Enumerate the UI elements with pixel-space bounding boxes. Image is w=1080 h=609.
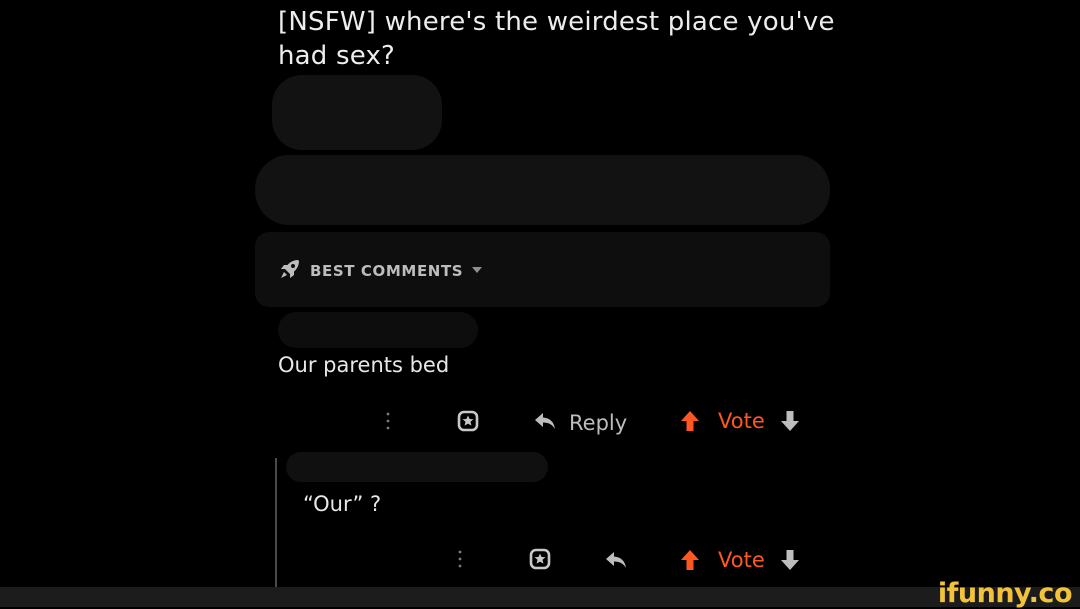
redacted-comment-author — [278, 312, 478, 348]
reply-comment-body: “Our” ? — [303, 492, 382, 516]
reply-more-options-button[interactable] — [456, 548, 464, 574]
reply-upvote-button[interactable] — [680, 549, 700, 575]
reply-downvote-button[interactable] — [780, 549, 800, 575]
award-icon — [527, 546, 553, 577]
reply-icon — [604, 549, 628, 576]
reply-button[interactable]: Reply — [533, 408, 627, 438]
upvote-button[interactable] — [680, 410, 700, 436]
reply-label: Reply — [569, 411, 628, 435]
ifunny-watermark: ifunny.co — [937, 578, 1073, 609]
arrow-down-icon — [780, 549, 800, 576]
redacted-author-block — [272, 75, 442, 150]
thread-line — [275, 458, 277, 588]
rocket-icon — [278, 257, 302, 286]
sort-selector[interactable]: BEST COMMENTS — [278, 258, 483, 284]
post-title: [NSFW] where's the weirdest place you've… — [278, 7, 835, 71]
more-options-button[interactable] — [384, 410, 392, 436]
award-icon — [455, 408, 481, 439]
more-vertical-icon — [456, 547, 464, 576]
reply-reply-button[interactable] — [604, 548, 628, 576]
arrow-up-icon — [680, 549, 700, 576]
vote-label: Vote — [718, 409, 765, 433]
footer-bar — [0, 587, 1080, 607]
chevron-down-icon — [471, 262, 483, 280]
arrow-down-icon — [780, 410, 800, 437]
redacted-post-body — [255, 155, 830, 225]
sort-label: BEST COMMENTS — [310, 262, 464, 280]
reply-award-button[interactable] — [527, 548, 553, 574]
downvote-button[interactable] — [780, 410, 800, 436]
reply-vote-label: Vote — [718, 548, 765, 572]
more-vertical-icon — [384, 409, 392, 438]
arrow-up-icon — [680, 410, 700, 437]
redacted-reply-author — [286, 452, 548, 482]
award-button[interactable] — [455, 410, 481, 436]
comment-body: Our parents bed — [278, 353, 450, 377]
reply-icon — [533, 410, 557, 437]
